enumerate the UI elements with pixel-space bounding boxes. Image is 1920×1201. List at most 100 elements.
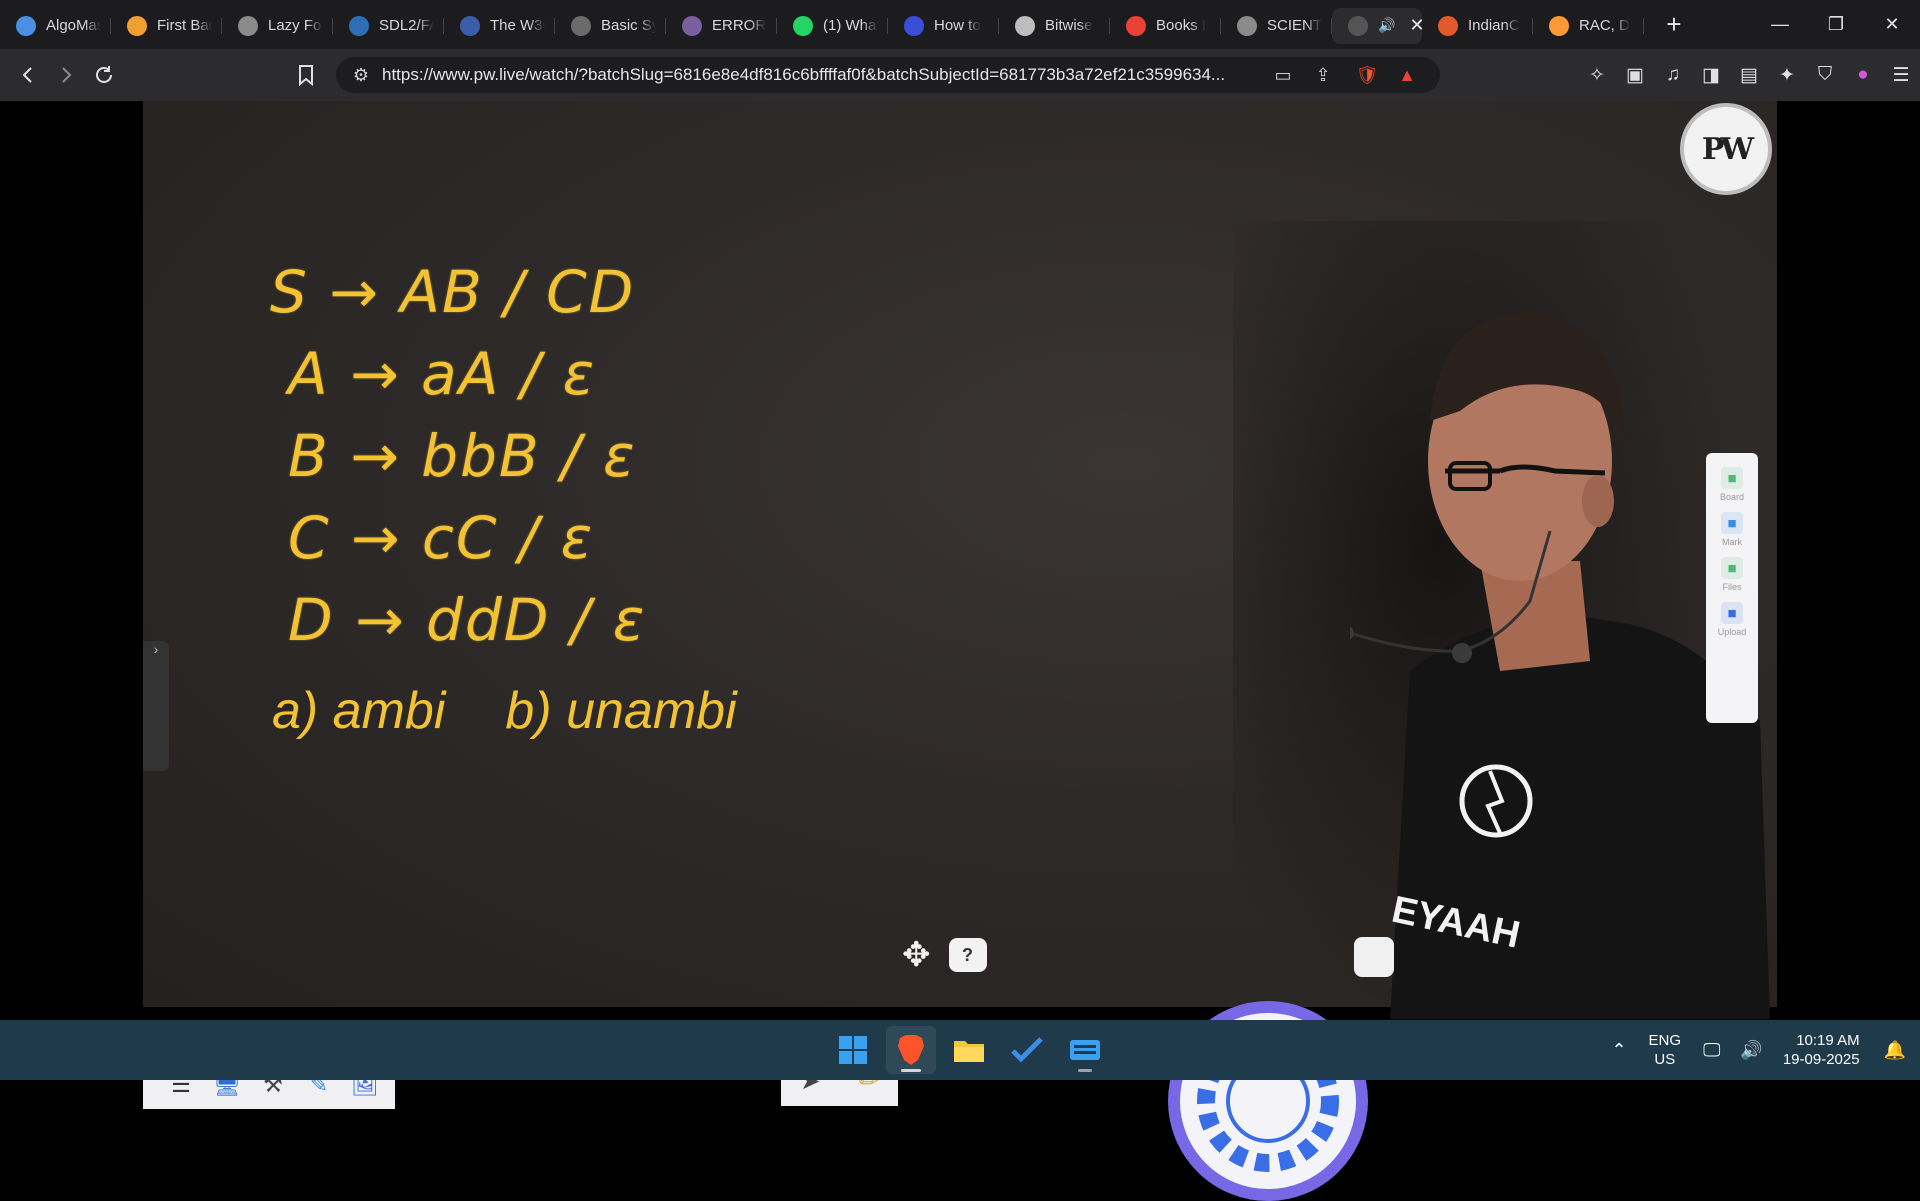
whatsapp-icon: [793, 15, 813, 36]
tab-indianc[interactable]: IndianC: [1422, 8, 1533, 44]
tab-title: The W3C: [490, 17, 545, 34]
start-button[interactable]: [828, 1026, 878, 1074]
help-button[interactable]: ?: [948, 938, 987, 972]
bookmark-button[interactable]: [288, 57, 324, 93]
globe-icon: [1237, 15, 1257, 36]
sidebar-icon[interactable]: ◨: [1692, 57, 1730, 93]
floating-pill[interactable]: [1354, 937, 1394, 977]
board-icon: ■: [1721, 467, 1743, 489]
answer-options: a) ambi b) unambi: [272, 681, 737, 741]
burger-icon: [1438, 15, 1458, 36]
tab-active-pw-live[interactable]: 🔊 ✕: [1332, 7, 1422, 44]
tab-lazy-foo[interactable]: Lazy Foo: [222, 8, 333, 44]
side-panel-board[interactable]: ■ Board: [1720, 467, 1744, 502]
todo-button[interactable]: [1002, 1026, 1052, 1074]
window-controls: — ❐ ✕: [1752, 0, 1920, 49]
tab-title: RAC, D: [1579, 17, 1630, 34]
cast-icon[interactable]: ▭: [1268, 57, 1298, 93]
taskbar-apps: [828, 1026, 1110, 1074]
side-panel-label: Upload: [1717, 627, 1747, 637]
globe-icon: [238, 15, 258, 36]
video-player[interactable]: EYAAH PW S → AB / CD A → aA / εB → bbB / …: [0, 101, 1920, 1201]
tab-basic-syntax[interactable]: Basic Syntax: [555, 8, 666, 44]
pw-logo: PW: [1680, 103, 1772, 195]
restore-button[interactable]: ❐: [1808, 0, 1864, 49]
grammar-rule: A → aA / ε: [288, 340, 597, 408]
keyboard-app-button[interactable]: [1060, 1026, 1110, 1074]
chevron-up-icon[interactable]: ⌃: [1601, 1040, 1636, 1061]
wallet-icon[interactable]: ▤: [1730, 57, 1768, 93]
input-language[interactable]: ENG US: [1637, 1031, 1694, 1069]
extensions-row: ✧ ▣ ♫ ◨ ▤ ✦ ⛉ ● ☰: [1578, 49, 1920, 101]
tab-title: Books I: [1156, 17, 1207, 34]
keyboard-icon: [1070, 1040, 1100, 1060]
reload-icon: [96, 66, 112, 83]
clock-date: 19-09-2025: [1782, 1051, 1860, 1068]
folder-icon: [954, 1041, 984, 1062]
notification-bell-icon[interactable]: 🔔: [1874, 1040, 1920, 1061]
minimize-button[interactable]: —: [1752, 0, 1808, 49]
close-window-button[interactable]: ✕: [1864, 0, 1920, 49]
tab-books-i[interactable]: Books I: [1110, 8, 1221, 44]
move-icon[interactable]: ✥: [902, 935, 931, 975]
tab-title: SCIENT: [1267, 17, 1322, 34]
brave-rewards-icon[interactable]: ▲: [1392, 57, 1422, 93]
tab-title: IndianC: [1468, 17, 1520, 34]
side-panel-mark[interactable]: ■ Mark: [1721, 512, 1743, 547]
tab-title: First Bad Version: [157, 17, 212, 34]
option-a: a) ambi: [272, 682, 446, 740]
bookmark-icon: [904, 15, 924, 36]
folder-icon: ■: [1721, 557, 1743, 579]
tab-first-bad-version[interactable]: First Bad Version: [111, 8, 222, 44]
tab-the-w3c[interactable]: The W3C: [444, 8, 555, 44]
brave-shields-icon[interactable]: 🛡: [1352, 57, 1382, 93]
forward-button[interactable]: [48, 57, 84, 93]
tab-algomaster[interactable]: AlgoMaster: [0, 8, 111, 44]
back-button[interactable]: [10, 57, 46, 93]
active-indicator: [901, 1069, 921, 1072]
language-region: US: [1654, 1051, 1676, 1068]
leetcode-icon: [127, 15, 147, 36]
side-panel-upload[interactable]: ■ Upload: [1717, 602, 1747, 637]
leo-ai-icon[interactable]: ✦: [1768, 57, 1806, 93]
tab-error[interactable]: ERROR: [666, 8, 777, 44]
grammar-rule: C → cC / ε: [288, 504, 595, 572]
browser-toolbar: ⚙ https://www.pw.live/watch/?batchSlug=6…: [0, 49, 1920, 101]
tab-title: How to: [934, 17, 981, 34]
reader-mode-icon[interactable]: ▣: [1616, 57, 1654, 93]
vpn-icon[interactable]: ⛉: [1806, 57, 1844, 93]
tab-rac-d[interactable]: RAC, D: [1533, 8, 1644, 44]
extensions-icon[interactable]: ✧: [1578, 57, 1616, 93]
profile-icon[interactable]: ●: [1844, 57, 1882, 93]
tab-how-to[interactable]: How to: [888, 8, 999, 44]
tab-bitwise[interactable]: Bitwise: [999, 8, 1110, 44]
clock[interactable]: 10:19 AM 19-09-2025: [1773, 1031, 1874, 1069]
network-icon[interactable]: 🖵: [1693, 1040, 1730, 1061]
file-explorer-button[interactable]: [944, 1026, 994, 1074]
tab-title: Bitwise: [1045, 17, 1093, 34]
tab-sdl2-faq[interactable]: SDL2/FAQ: [333, 8, 444, 44]
side-panel-files[interactable]: ■ Files: [1721, 557, 1743, 592]
tab-scient[interactable]: SCIENT: [1221, 8, 1332, 44]
tab-title: (1) WhatsApp: [823, 17, 878, 34]
windows-logo-icon: [839, 1036, 867, 1064]
close-tab-icon[interactable]: ✕: [1409, 15, 1422, 36]
browser-tab-strip: AlgoMaster First Bad Version Lazy Foo SDL2/…: [0, 0, 1920, 49]
tab-title: Lazy Foo: [268, 17, 323, 34]
volume-icon[interactable]: 🔊: [1730, 1040, 1772, 1061]
address-bar[interactable]: ⚙ https://www.pw.live/watch/?batchSlug=6…: [336, 57, 1440, 93]
whiteboard-side-panel: ■ Board ■ Mark ■ Files ■ Upload: [1706, 453, 1758, 723]
site-settings-icon[interactable]: ⚙: [348, 57, 374, 93]
reload-button[interactable]: [86, 57, 122, 93]
speaker-icon[interactable]: 🔊: [1378, 17, 1395, 34]
share-icon[interactable]: ⇪: [1308, 57, 1338, 93]
w3-icon: [460, 15, 480, 36]
windows-taskbar: ⌃ ENG US 🖵 🔊 10:19 AM 19-09-2025 🔔: [0, 1020, 1920, 1080]
brave-taskbar-button[interactable]: [886, 1026, 936, 1074]
new-tab-button[interactable]: +: [1654, 7, 1694, 43]
left-panel-handle[interactable]: ›: [143, 641, 169, 771]
tab-1-whatsapp[interactable]: (1) WhatsApp: [777, 8, 888, 44]
media-icon[interactable]: ♫: [1654, 57, 1692, 93]
menu-icon[interactable]: ☰: [1882, 57, 1920, 93]
bookmark-icon: [299, 65, 313, 86]
